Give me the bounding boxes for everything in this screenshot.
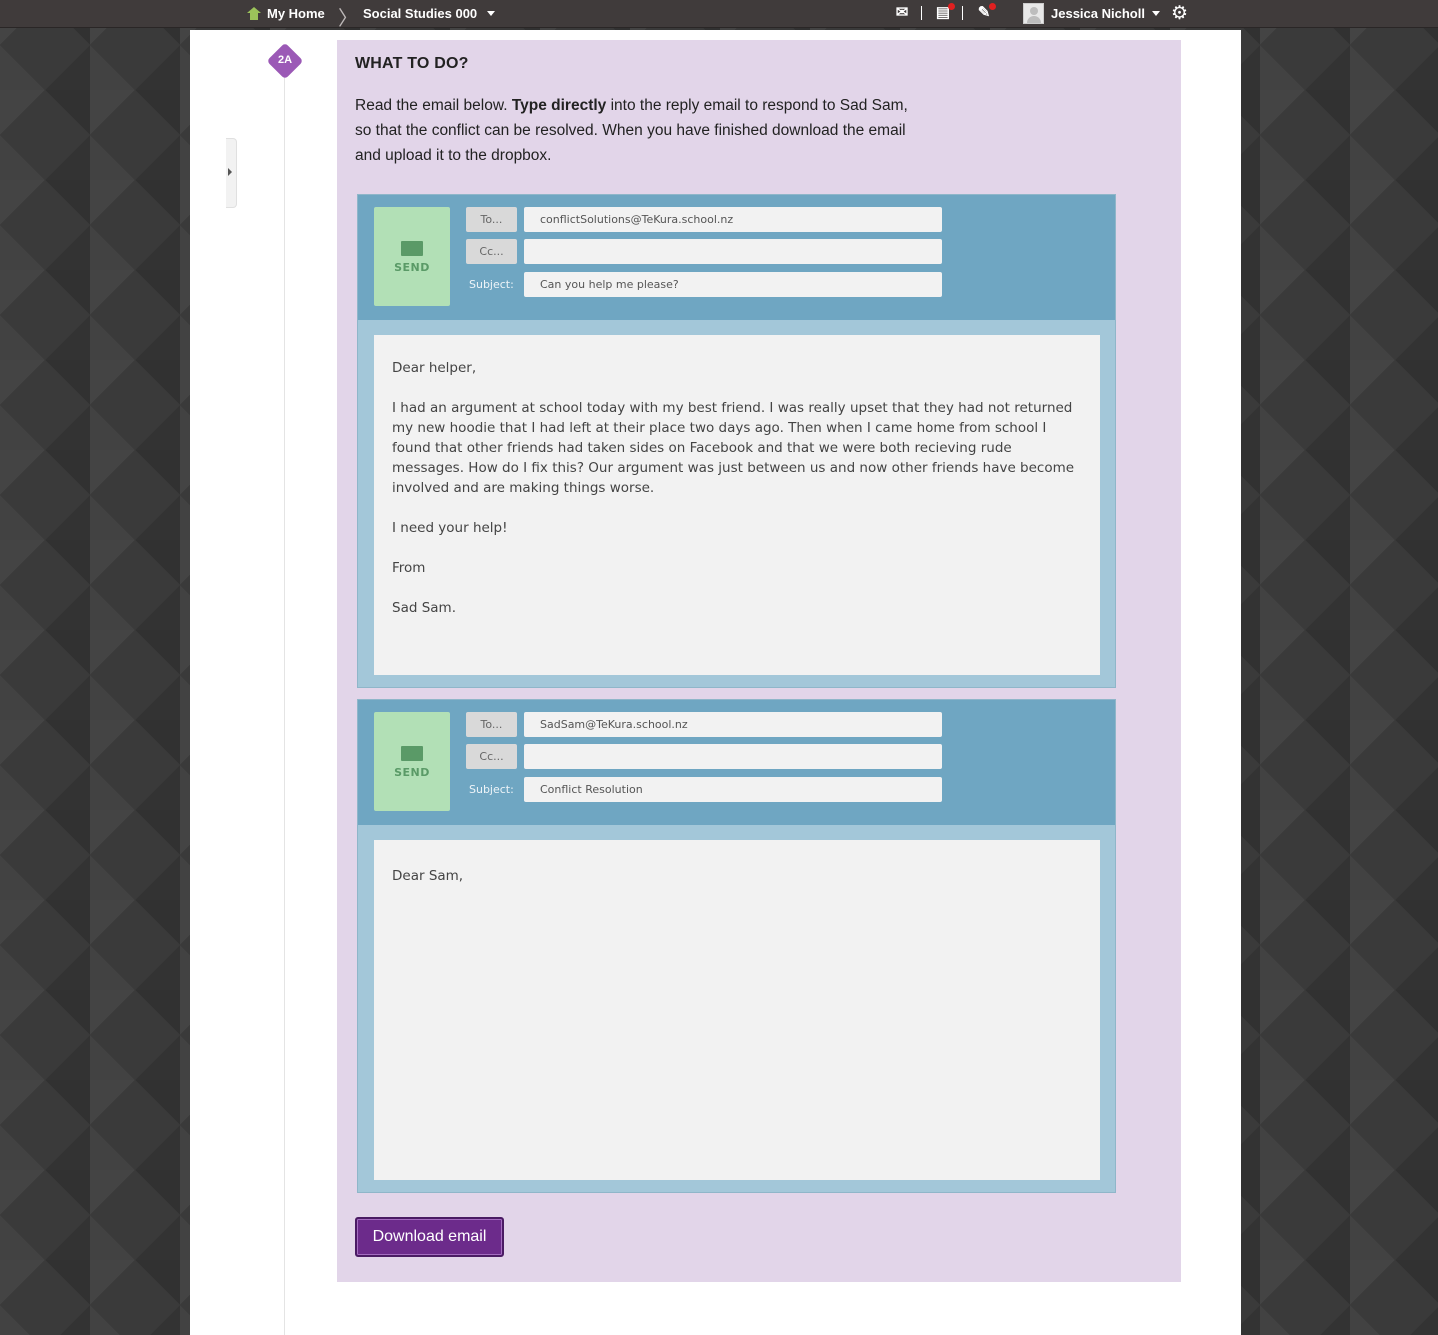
cc-field[interactable] xyxy=(524,744,942,769)
chevron-right-icon: 〉 xyxy=(338,8,358,30)
cc-button[interactable]: Cc... xyxy=(466,239,517,264)
home-icon xyxy=(247,7,261,20)
notifications-icon[interactable]: ▤ xyxy=(934,3,955,22)
divider xyxy=(284,70,285,1335)
course-label: Social Studies 000 xyxy=(363,6,478,21)
email-paragraph: I need your help! xyxy=(392,520,508,536)
sidebar-toggle[interactable] xyxy=(226,138,237,208)
envelope-icon xyxy=(401,241,423,256)
divider xyxy=(921,6,922,20)
email-paragraph: From xyxy=(392,560,426,576)
avatar xyxy=(1023,3,1044,24)
envelope-icon xyxy=(401,746,423,761)
subject-label: Subject: xyxy=(469,783,514,796)
activity-heading: WHAT TO DO? xyxy=(355,55,469,72)
unread-dot xyxy=(989,3,996,10)
email-paragraph: I had an argument at school today with m… xyxy=(392,400,1075,496)
mail-icon[interactable]: ✉ xyxy=(893,4,911,22)
send-button[interactable]: SEND xyxy=(374,207,450,306)
cc-field[interactable] xyxy=(524,239,942,264)
my-home-label: My Home xyxy=(267,6,325,21)
reply-body-editor[interactable]: Dear Sam, xyxy=(374,840,1100,1180)
subject-field[interactable]: Conflict Resolution xyxy=(524,777,942,802)
email-paragraph: Dear Sam, xyxy=(392,868,464,884)
received-email: SEND To... conflictSolutions@TeKura.scho… xyxy=(357,194,1116,688)
cc-button[interactable]: Cc... xyxy=(466,744,517,769)
instructions-text: Read the email below. xyxy=(355,97,508,114)
feedback-icon[interactable]: ✎ xyxy=(975,3,996,22)
caret-down-icon xyxy=(1151,11,1160,16)
email-paragraph: Sad Sam. xyxy=(392,600,456,616)
divider xyxy=(962,6,963,20)
course-dropdown[interactable]: Social Studies 000 xyxy=(363,6,496,21)
subject-field[interactable]: Can you help me please? xyxy=(524,272,942,297)
download-email-button[interactable]: Download email xyxy=(355,1217,504,1257)
top-navigation-bar: My Home 〉 Social Studies 000 ✉ ▤ ✎ Jessi… xyxy=(0,0,1438,30)
instructions-emphasis: Type directly xyxy=(511,97,607,114)
activity-panel: WHAT TO DO? Read the email below. Type d… xyxy=(337,40,1181,1282)
instructions: Read the email below. Type directly into… xyxy=(355,93,915,168)
send-label: SEND xyxy=(394,766,430,779)
to-button[interactable]: To... xyxy=(466,207,517,232)
activity-badge-label: 2A xyxy=(277,54,293,66)
my-home-link[interactable]: My Home xyxy=(247,6,325,21)
to-field[interactable]: conflictSolutions@TeKura.school.nz xyxy=(524,207,942,232)
email-paragraph: Dear helper, xyxy=(392,360,477,376)
send-button[interactable]: SEND xyxy=(374,712,450,811)
user-name: Jessica Nicholl xyxy=(1051,6,1145,21)
subject-label: Subject: xyxy=(469,278,514,291)
to-field[interactable]: SadSam@TeKura.school.nz xyxy=(524,712,942,737)
user-menu[interactable]: Jessica Nicholl xyxy=(1023,3,1160,24)
notification-icons: ✉ ▤ ✎ xyxy=(893,3,996,22)
lesson-page: 2A WHAT TO DO? Read the email below. Typ… xyxy=(190,30,1241,1335)
send-label: SEND xyxy=(394,261,430,274)
unread-dot xyxy=(948,3,955,10)
email-body[interactable]: Dear helper, I had an argument at school… xyxy=(374,335,1100,675)
to-button[interactable]: To... xyxy=(466,712,517,737)
reply-email: SEND To... SadSam@TeKura.school.nz Cc...… xyxy=(357,699,1116,1193)
gear-icon[interactable]: ⚙ xyxy=(1171,2,1188,25)
caret-down-icon xyxy=(487,11,496,16)
